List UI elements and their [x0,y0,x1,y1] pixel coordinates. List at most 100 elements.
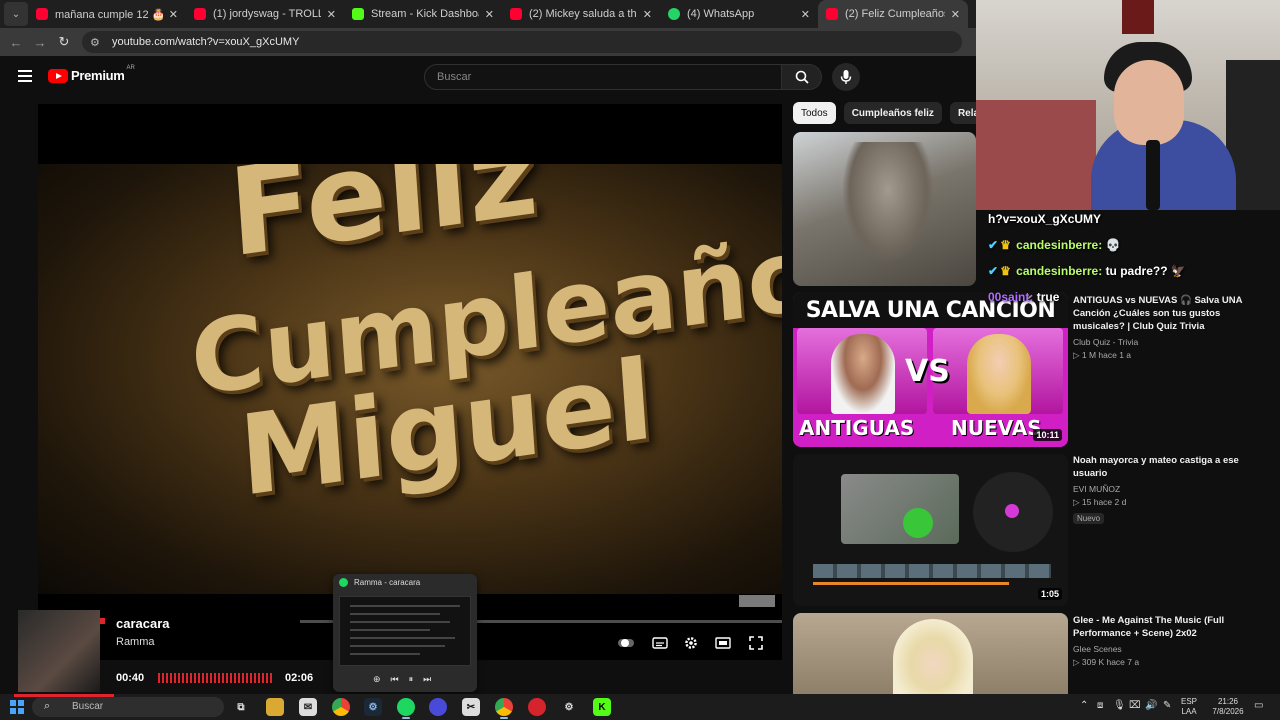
site-settings-icon[interactable]: ⚙ [90,36,104,49]
verified-badge-icon: ✔ [988,264,999,278]
kick-icon[interactable]: K [593,698,611,716]
autoplay-toggle[interactable] [616,636,636,650]
new-badge: Nuevo [1073,513,1105,524]
language-indicator[interactable]: ESP LAA [1181,697,1197,717]
video-meta: ▷ 1 M hace 1 a [1073,350,1132,360]
close-icon[interactable]: ✕ [327,8,336,21]
pause-icon[interactable]: ⏸ [409,674,414,685]
recommendation-thumbnail[interactable]: 1:05 [793,454,1068,606]
tray-chevron-icon[interactable]: ⌃ [1080,700,1088,711]
tray-device-icon[interactable]: ⌧ [1129,700,1141,711]
recommendation-title[interactable]: Noah mayorca y mateo castiga a ese usuar… [1073,454,1273,480]
chip-relacionados[interactable]: Relacion [949,102,976,124]
fullscreen-button[interactable] [746,636,766,650]
volume-icon[interactable]: 🔊 [1145,700,1157,711]
preview-row [350,629,430,631]
chrome-active-icon[interactable] [495,698,513,719]
channel-name[interactable]: Club Quiz - Trivia [1073,337,1273,347]
task-view-icon[interactable]: ⧉ [232,698,250,716]
accent-bar [100,618,105,624]
search-input[interactable]: Buscar [424,64,782,90]
phone-ui-shape [973,472,1053,552]
close-icon[interactable]: ✕ [485,8,494,21]
previous-track-icon[interactable]: ⏮ [391,674,399,685]
steam-icon[interactable]: ⚙ [364,698,382,716]
recommendation-thumbnail[interactable]: SALVA UNA CANCIÓN VS ANTIGUAS NUEVAS 10:… [793,292,1068,447]
reload-icon[interactable]: ↻ [52,34,76,50]
add-icon[interactable]: ⊕ [373,674,381,685]
thumb-left-label: ANTIGUAS [799,416,915,440]
tab-search-chevron-icon[interactable]: ⌄ [4,2,28,26]
recommendation-thumbnail[interactable] [793,132,976,286]
tray-mic-icon[interactable]: 🎙 [1113,700,1126,711]
wall-poster-shape [1122,0,1154,34]
file-explorer-icon[interactable] [266,698,284,716]
preview-row [350,645,445,647]
language-code: ESP [1181,697,1198,706]
url-field[interactable]: ⚙ youtube.com/watch?v=xouX_gXcUMY [82,31,962,53]
duration-badge: 1:05 [1037,588,1062,600]
tray-app-icon[interactable]: ⧈ [1097,700,1103,711]
recommendation-thumbnail[interactable] [793,613,1068,694]
taskbar-search[interactable]: ⌕ Buscar [32,697,224,717]
bed-shape [976,100,1096,210]
recommendation-info[interactable]: Glee - Me Against The Music (Full Perfor… [1073,614,1273,668]
timeline-strip [813,564,1051,578]
channel-name[interactable]: EVI MUÑOZ [1073,484,1273,494]
recommendation-info[interactable]: ANTIGUAS vs NUEVAS 🎧 Salva UNA Canción ¿… [1073,294,1273,361]
sabrina-figure [967,334,1031,414]
tab-1[interactable]: (1) jordyswag - TROLLFACE REM ✕ [186,0,344,28]
close-icon[interactable]: ✕ [951,8,960,21]
theater-icon [715,637,731,649]
recommendation-info[interactable]: Noah mayorca y mateo castiga a ese usuar… [1073,454,1273,526]
timeline-orange [813,582,1009,585]
chat-text: tu padre?? 🦅 [1105,264,1186,278]
pen-icon[interactable]: ✎ [1163,700,1171,711]
forward-arrow-icon[interactable]: → [28,35,52,50]
close-icon[interactable]: ✕ [643,8,652,21]
settings-button[interactable] [681,636,701,650]
start-button[interactable] [10,700,24,714]
tab-label: Stream - Kick Dashboard [371,8,479,20]
youtube-logo[interactable]: Premium AR [48,65,135,83]
chip-cumpleanos-feliz[interactable]: Cumpleaños feliz [843,102,942,124]
verified-badge-icon: ✔ [988,238,999,252]
preview-thumbnail [339,596,471,666]
recommendation-title[interactable]: ANTIGUAS vs NUEVAS 🎧 Salva UNA Canción ¿… [1073,294,1273,333]
tab-0[interactable]: mañana cumple 12 🎂 #1k #m ✕ [28,0,186,28]
tab-2[interactable]: Stream - Kick Dashboard ✕ [344,0,502,28]
menu-icon[interactable] [18,70,32,82]
taskbar-preview-window[interactable]: Ramma - caracara ⊕ ⏮ ⏸ ⏭ [333,574,477,692]
recording-app-icon[interactable] [528,698,546,716]
youtube-play-icon [48,68,68,83]
theater-mode-button[interactable] [713,636,733,650]
search-button[interactable] [782,64,822,90]
thumb-vs-label: VS [905,354,950,389]
close-icon[interactable]: ✕ [169,8,178,21]
capcut-icon[interactable]: ✂ [462,698,480,716]
back-arrow-icon[interactable]: ← [4,35,28,50]
thumb-right-panel [933,328,1063,414]
obs-icon[interactable] [429,698,447,716]
next-track-icon[interactable]: ⏭ [423,674,431,685]
performer-figure [893,619,973,694]
notifications-icon[interactable]: ▭ [1254,700,1263,711]
voice-search-button[interactable] [832,63,860,91]
tab-5-active[interactable]: (2) Feliz Cumpleaños Migue ✕ [818,0,968,28]
close-icon[interactable]: ✕ [801,8,810,21]
tab-4[interactable]: (4) WhatsApp ✕ [660,0,818,28]
spotify-taskbar-icon[interactable] [397,698,415,719]
recommendation-title[interactable]: Glee - Me Against The Music (Full Perfor… [1073,614,1273,640]
search-icon: ⌕ [44,700,51,712]
tab-3[interactable]: (2) Mickey saluda a thomas - Yo ✕ [502,0,660,28]
whatsapp-favicon-icon [668,8,680,20]
subtitles-button[interactable] [650,636,670,650]
channel-name[interactable]: Glee Scenes [1073,644,1273,654]
chip-todos[interactable]: Todos [793,102,836,124]
settings-app-icon[interactable]: ⚙ [560,698,578,716]
mail-icon[interactable]: ✉ [299,698,317,716]
chrome-icon[interactable] [332,698,350,716]
clock[interactable]: 21:26 7/8/2026 [1208,697,1248,717]
duration-badge: 10:11 [1033,429,1062,441]
preview-controls: ⊕ ⏮ ⏸ ⏭ [373,674,431,685]
